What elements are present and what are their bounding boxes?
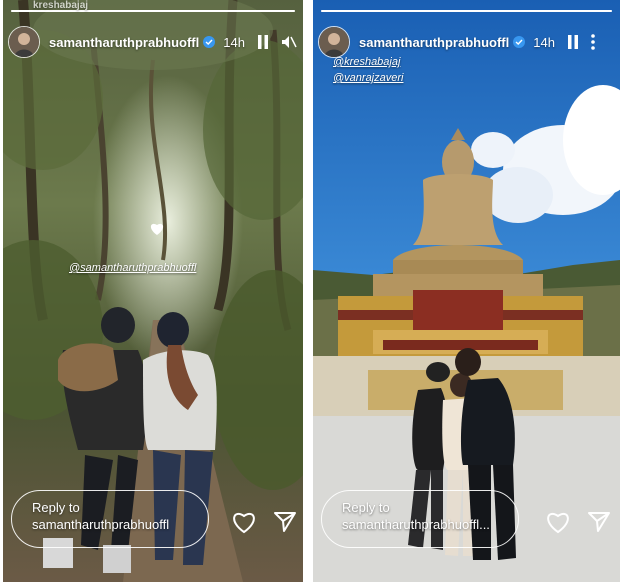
pause-icon[interactable]: [257, 34, 269, 50]
reply-input[interactable]: Reply to samantharuthprabhuoffl...: [321, 490, 519, 548]
mention-tag[interactable]: @samantharuthprabhuoffl: [69, 262, 196, 274]
story-panel-right[interactable]: samantharuthprabhuoffl 14h @kreshabajaj …: [313, 0, 620, 582]
avatar[interactable]: [8, 26, 40, 58]
heart-icon[interactable]: [545, 510, 571, 534]
username[interactable]: samantharuthprabhuoffl: [49, 35, 199, 50]
pause-icon[interactable]: [567, 34, 579, 50]
reply-input[interactable]: Reply to samantharuthprabhuoffl: [11, 490, 209, 548]
mute-icon[interactable]: [281, 34, 297, 50]
more-icon[interactable]: [591, 34, 595, 50]
reply-label: Reply to: [32, 500, 80, 515]
heart-sticker-icon: [149, 222, 165, 241]
mention-tag[interactable]: @vanrajzaveri: [333, 72, 403, 84]
post-time: 14h: [533, 34, 555, 50]
story-header: samantharuthprabhuoffl 14h: [8, 26, 298, 58]
post-time: 14h: [223, 34, 245, 50]
avatar[interactable]: [318, 26, 350, 58]
reply-username: samantharuthprabhuoffl...: [342, 517, 490, 532]
story-progress-bar: [321, 10, 612, 12]
story-header: samantharuthprabhuoffl 14h: [318, 26, 615, 58]
send-icon[interactable]: [587, 510, 611, 534]
reply-label: Reply to: [342, 500, 390, 515]
mention-tag[interactable]: @kreshabajaj: [333, 56, 400, 68]
username[interactable]: samantharuthprabhuoffl: [359, 35, 509, 50]
send-icon[interactable]: [273, 510, 297, 534]
reply-username: samantharuthprabhuoffl: [32, 517, 170, 532]
heart-icon[interactable]: [231, 510, 257, 534]
verified-badge-icon: [203, 36, 216, 48]
watermark-text: kreshabajaj: [33, 0, 89, 11]
verified-badge-icon: [513, 36, 526, 48]
story-panel-left[interactable]: kreshabajaj samantharuthprabhuoffl 14h @…: [3, 0, 303, 582]
